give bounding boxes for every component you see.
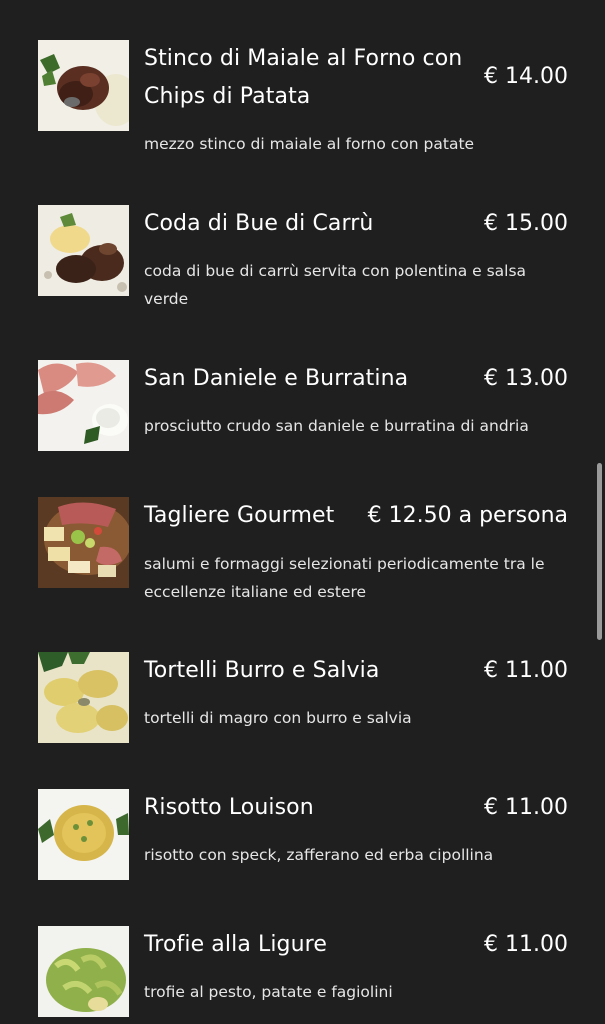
item-description: salumi e formaggi selezionati periodicam… [144,555,545,573]
item-title: Stinco di Maiale al Forno con [144,46,463,71]
item-description: risotto con speck, zafferano ed erba cip… [144,846,494,864]
risotto-photo [38,789,129,880]
item-description: prosciutto crudo san daniele e burratina… [144,417,529,435]
menu-item-tagliere-gourmet[interactable]: Tagliere Gourmet € 12.50 a persona salum… [38,497,568,607]
menu-item-risotto-louison[interactable]: Risotto Louison € 11.00 risotto con spec… [38,789,568,884]
menu-item-coda-di-bue[interactable]: Coda di Bue di Carrù € 15.00 coda di bue… [38,205,568,315]
prosciutto-burrata-photo [38,360,129,451]
charcuterie-board-photo [38,497,129,588]
menu-item-trofie-ligure[interactable]: Trofie alla Ligure € 11.00 trofie al pes… [38,926,568,1021]
item-description-continued: verde [144,290,189,308]
item-title: Coda di Bue di Carrù [144,211,374,236]
item-price: € 13.00 [484,366,568,391]
item-title: Risotto Louison [144,795,314,820]
item-price: € 15.00 [484,211,568,236]
item-description: coda di bue di carrù servita con polenti… [144,262,527,280]
item-price: € 14.00 [484,64,568,89]
item-title-continued: Chips di Patata [144,84,311,109]
item-description: trofie al pesto, patate e fagiolini [144,983,393,1001]
menu-item-san-daniele[interactable]: San Daniele e Burratina € 13.00 prosciut… [38,360,568,455]
trofie-pesto-photo [38,926,129,1017]
item-description-continued: eccellenze italiane ed estere [144,583,367,601]
menu-screen: Stinco di Maiale al Forno con Chips di P… [0,0,605,1024]
item-title: San Daniele e Burratina [144,366,409,391]
oxtail-photo [38,205,129,296]
scrollbar-thumb[interactable] [597,463,602,640]
item-title: Trofie alla Ligure [144,932,327,957]
menu-item-tortelli[interactable]: Tortelli Burro e Salvia € 11.00 tortelli… [38,652,568,747]
menu-item-stinco[interactable]: Stinco di Maiale al Forno con Chips di P… [38,40,568,160]
item-title: Tortelli Burro e Salvia [144,658,380,683]
pork-shank-photo [38,40,129,131]
tortelli-photo [38,652,129,743]
item-price: € 11.00 [484,795,568,820]
item-description: mezzo stinco di maiale al forno con pata… [144,135,475,153]
item-title: Tagliere Gourmet [144,503,335,528]
item-description: tortelli di magro con burro e salvia [144,709,412,727]
item-price: € 11.00 [484,658,568,683]
item-price: € 11.00 [484,932,568,957]
item-price: € 12.50 a persona [367,503,568,528]
